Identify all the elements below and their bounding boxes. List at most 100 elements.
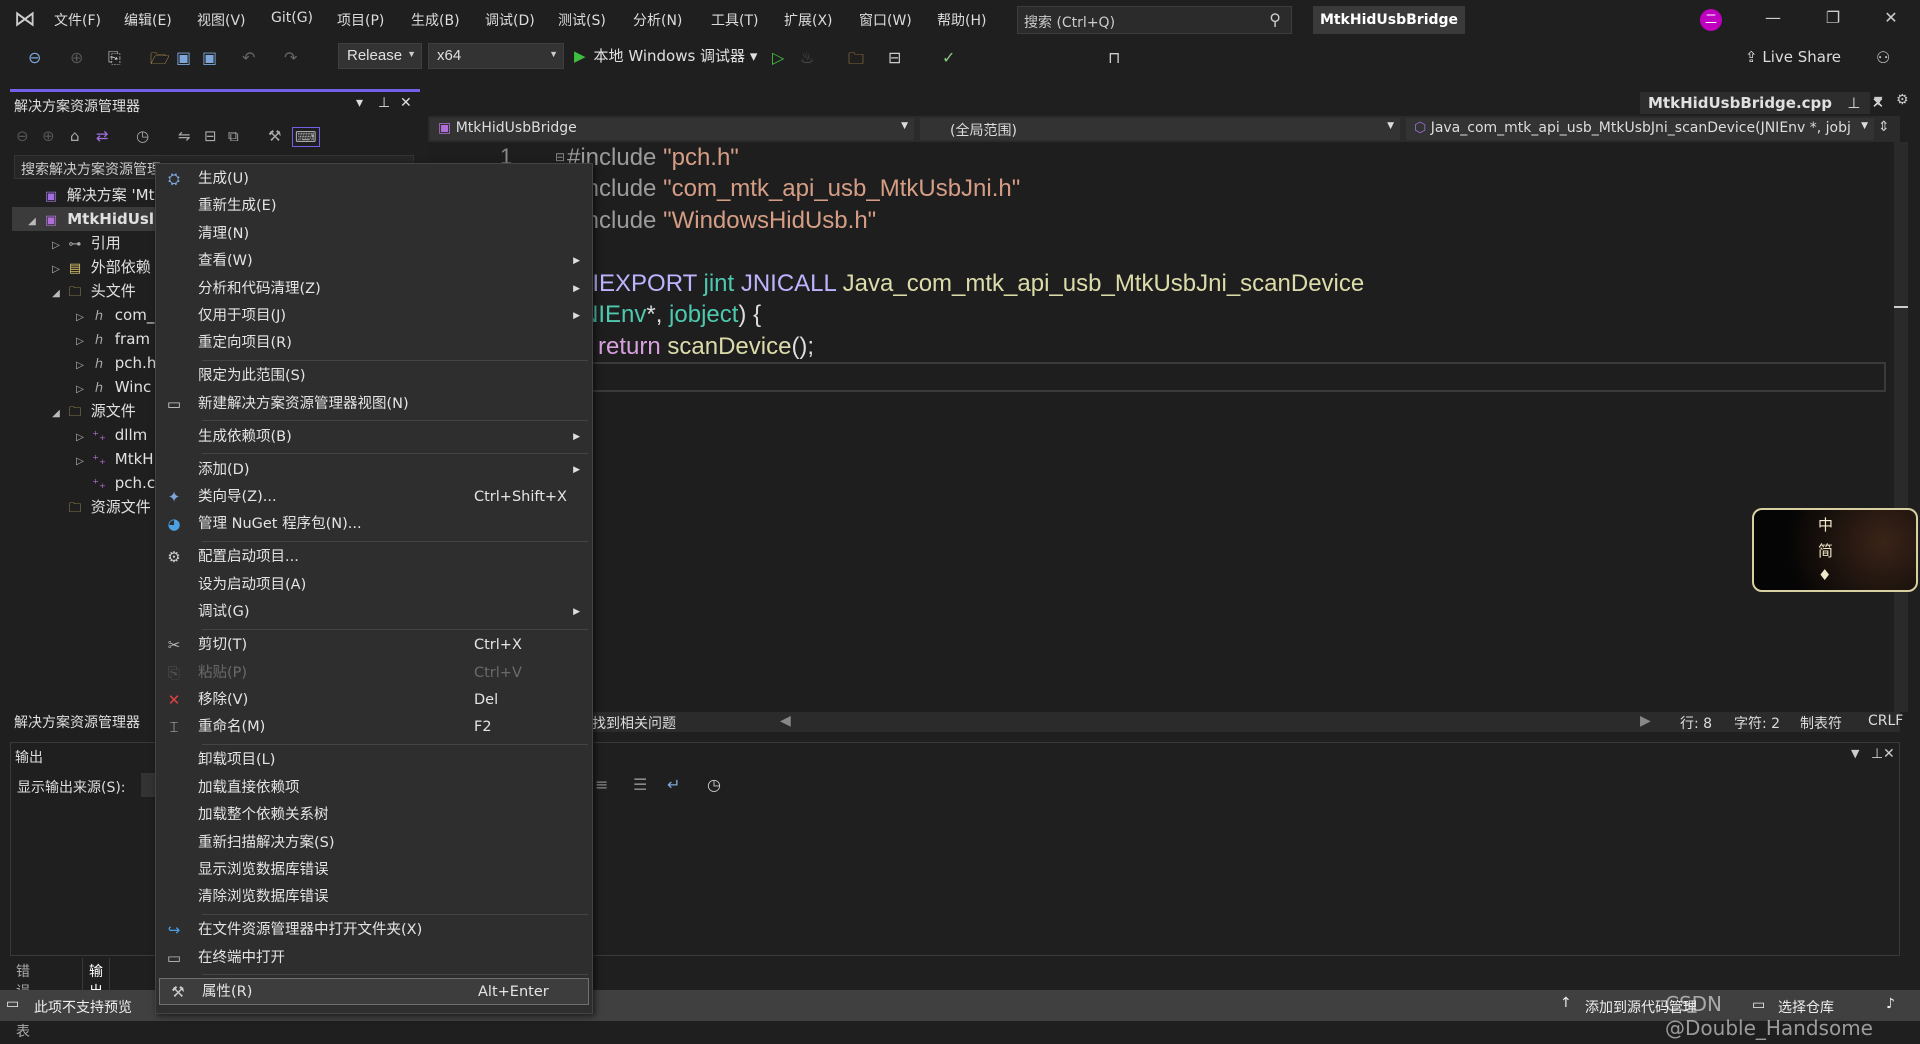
minimize-button[interactable]: —: [1758, 8, 1788, 27]
timestamp-icon[interactable]: ◷: [707, 775, 721, 794]
home-icon[interactable]: ⌂: [70, 127, 80, 145]
context-menu-item[interactable]: ▭ 新建解决方案资源管理器视图(N): [156, 391, 592, 418]
menu-5[interactable]: 生成(B): [411, 10, 460, 30]
ime-indicator[interactable]: 中 简 ♦: [1752, 508, 1918, 592]
context-menu-item[interactable]: 分析和代码清理(Z) ▶: [156, 276, 592, 303]
bookmark-icon[interactable]: ⊓: [1108, 48, 1120, 67]
redo-icon[interactable]: ↷: [284, 48, 297, 67]
preview-selected-icon[interactable]: ⌨: [292, 127, 320, 147]
restore-button[interactable]: ❐: [1818, 8, 1848, 27]
context-menu-item[interactable]: ◕ 管理 NuGet 程序包(N)...: [156, 511, 592, 538]
forward-icon[interactable]: ⊕: [70, 48, 83, 67]
close-button[interactable]: ✕: [1876, 8, 1906, 27]
context-menu-item[interactable]: 卸载项目(L): [156, 747, 592, 774]
platform-dropdown[interactable]: x64 ▼: [428, 43, 564, 69]
spellcheck-icon[interactable]: ✓: [942, 48, 955, 67]
undo-icon[interactable]: ↶: [242, 48, 255, 67]
properties-icon[interactable]: ⚒: [268, 127, 281, 145]
chevron-down-icon[interactable]: ▼: [1851, 747, 1859, 760]
hot-reload-icon[interactable]: ♨: [800, 48, 814, 67]
line-ending-indicator[interactable]: CRLF: [1868, 713, 1903, 729]
context-menu-item[interactable]: ✕ 移除(V) Del: [156, 687, 592, 714]
feedback-icon[interactable]: ⚇: [1876, 48, 1890, 67]
scroll-left-icon[interactable]: ◀: [780, 713, 791, 729]
search-input[interactable]: 搜索 (Ctrl+Q) ⚲: [1017, 6, 1292, 34]
start-without-debugging-icon[interactable]: ▷: [772, 48, 784, 67]
pin-icon[interactable]: ⊥: [378, 95, 390, 111]
collapse-icon[interactable]: ⊟: [555, 150, 565, 164]
member-dropdown[interactable]: ⬡ Java_com_mtk_api_usb_MtkUsbJni_scanDev…: [1406, 118, 1874, 140]
save-all-icon[interactable]: ▣: [202, 48, 217, 67]
save-icon[interactable]: ▣: [176, 48, 191, 67]
menu-2[interactable]: 视图(V): [197, 10, 246, 30]
tab-list-chevron-icon[interactable]: ▼: [1874, 94, 1882, 107]
context-menu-item[interactable]: 添加(D) ▶: [156, 457, 592, 484]
chevron-down-icon[interactable]: ▾: [356, 95, 363, 111]
find-in-files-icon[interactable]: 🗀: [848, 48, 864, 75]
menu-10[interactable]: 扩展(X): [784, 10, 833, 30]
vertical-scrollbar[interactable]: [1894, 142, 1908, 712]
context-menu-item[interactable]: ▭ 在终端中打开: [156, 945, 592, 972]
char-indicator[interactable]: 字符: 2: [1734, 713, 1780, 733]
context-menu-item[interactable]: 加载直接依赖项: [156, 775, 592, 802]
new-project-icon[interactable]: ⎘: [108, 48, 121, 68]
context-menu-item[interactable]: 显示浏览数据库错误: [156, 857, 592, 884]
context-menu-item[interactable]: 限定为此范围(S): [156, 363, 592, 390]
context-menu-item[interactable]: ⎘ 粘贴(P) Ctrl+V: [156, 660, 592, 687]
context-menu-item[interactable]: 清除浏览数据库错误: [156, 884, 592, 911]
menu-1[interactable]: 编辑(E): [124, 10, 172, 30]
menu-0[interactable]: 文件(F): [54, 10, 101, 30]
back-icon[interactable]: ⊖: [16, 127, 29, 145]
context-menu-item[interactable]: ✂ 剪切(T) Ctrl+X: [156, 632, 592, 659]
switch-views-icon[interactable]: ⇄: [96, 127, 109, 145]
word-wrap-icon[interactable]: ↵: [667, 775, 680, 794]
context-menu-item[interactable]: ⚒ 属性(R) Alt+Enter: [159, 977, 589, 1006]
context-menu-item[interactable]: 仅用于项目(J) ▶: [156, 303, 592, 330]
scroll-right-icon[interactable]: ▶: [1640, 713, 1651, 729]
project-dropdown[interactable]: ▣ MtkHidUsbBridge ▼: [430, 118, 914, 140]
back-icon[interactable]: ⊖: [28, 48, 41, 67]
menu-4[interactable]: 项目(P): [337, 10, 384, 30]
context-menu-item[interactable]: 调试(G) ▶: [156, 599, 592, 626]
sync-icon[interactable]: ⇋: [178, 127, 191, 145]
context-menu-item[interactable]: 设为启动项目(A): [156, 572, 592, 599]
scope-dropdown[interactable]: (全局范围) ▼: [920, 118, 1400, 140]
layout-icon[interactable]: ⊟: [888, 48, 901, 67]
context-menu-item[interactable]: ⌶ 重命名(M) F2: [156, 714, 592, 741]
code-editor[interactable]: 1 ⊟ #include "pch.h" #include "com_mtk_a…: [430, 142, 1890, 712]
menu-7[interactable]: 测试(S): [558, 10, 606, 30]
menu-12[interactable]: 帮助(H): [937, 10, 986, 30]
line-indicator[interactable]: 行: 8: [1680, 713, 1712, 733]
configuration-dropdown[interactable]: Release ▼: [338, 43, 422, 69]
start-debugging-button[interactable]: ▶ 本地 Windows 调试器 ▾: [574, 45, 757, 66]
issues-status[interactable]: 找到相关问题: [592, 713, 676, 733]
split-icon[interactable]: ⇕: [1878, 119, 1890, 135]
context-menu-item[interactable]: ⛭ 生成(U): [156, 166, 592, 193]
close-icon[interactable]: ✕: [1883, 746, 1895, 762]
gear-icon[interactable]: ⚙: [1896, 92, 1909, 108]
open-file-icon[interactable]: 🗁: [150, 48, 170, 75]
collapse-all-icon[interactable]: ⊟: [204, 127, 217, 145]
menu-3[interactable]: Git(G): [271, 10, 313, 26]
menu-8[interactable]: 分析(N): [633, 10, 682, 30]
menu-11[interactable]: 窗口(W): [859, 10, 912, 30]
pin-icon[interactable]: ⊥: [1847, 94, 1860, 112]
close-icon[interactable]: ✕: [400, 95, 412, 111]
context-menu-item[interactable]: 加载整个依赖关系树: [156, 802, 592, 829]
live-share-button[interactable]: ⇪ Live Share: [1745, 48, 1841, 66]
menu-6[interactable]: 调试(D): [485, 10, 535, 30]
context-menu-item[interactable]: 查看(W) ▶: [156, 248, 592, 275]
context-menu-item[interactable]: 清理(N): [156, 221, 592, 248]
menu-9[interactable]: 工具(T): [711, 10, 758, 30]
forward-icon[interactable]: ⊕: [42, 127, 55, 145]
tab-mtkhidusbbridge-cpp[interactable]: MtkHidUsbBridge.cpp ⊥ ✕: [1640, 92, 1884, 114]
indent-indicator[interactable]: 制表符: [1800, 713, 1842, 733]
avatar[interactable]: 二: [1700, 9, 1722, 31]
pin-icon[interactable]: ⊥: [1871, 746, 1883, 762]
show-all-files-icon[interactable]: ⧉: [228, 127, 239, 145]
context-menu-item[interactable]: ↪ 在文件资源管理器中打开文件夹(X): [156, 917, 592, 944]
context-menu-item[interactable]: 重新生成(E): [156, 193, 592, 220]
find-message-icon[interactable]: ≡: [595, 775, 608, 794]
context-menu-item[interactable]: ✦ 类向导(Z)... Ctrl+Shift+X: [156, 484, 592, 511]
context-menu-item[interactable]: 生成依赖项(B) ▶: [156, 424, 592, 451]
